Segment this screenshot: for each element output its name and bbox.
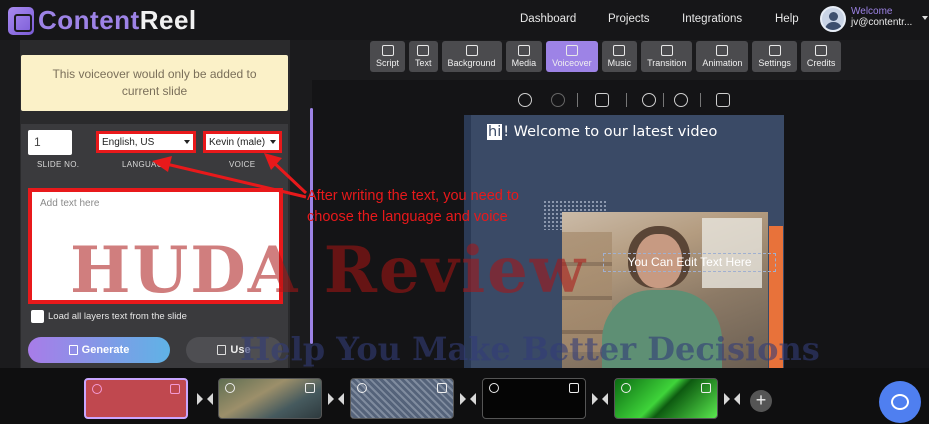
mute-icon[interactable]	[489, 383, 499, 393]
annotation-text: After writing the text, you need to choo…	[307, 188, 519, 225]
chat-icon	[891, 394, 909, 410]
mute-icon[interactable]	[621, 383, 631, 393]
timeline-slide[interactable]	[482, 378, 586, 419]
timeline-slide[interactable]	[218, 378, 322, 419]
transition-icon[interactable]	[328, 393, 344, 405]
chat-support-button[interactable]	[879, 381, 921, 423]
transition-icon[interactable]	[724, 393, 740, 405]
arrow-head	[152, 156, 172, 172]
transition-icon[interactable]	[592, 393, 608, 405]
mute-icon[interactable]	[92, 384, 102, 394]
app-root: ContentReel Dashboard Projects Integrati…	[0, 0, 929, 424]
trash-icon[interactable]	[437, 383, 447, 393]
trash-icon[interactable]	[701, 383, 711, 393]
timeline-slide[interactable]	[84, 378, 188, 419]
trash-icon[interactable]	[170, 384, 180, 394]
trash-icon[interactable]	[305, 383, 315, 393]
mute-icon[interactable]	[357, 383, 367, 393]
arrow-line	[269, 158, 308, 195]
arrow-line	[161, 161, 307, 199]
trash-icon[interactable]	[569, 383, 579, 393]
add-slide-button[interactable]: +	[750, 390, 772, 412]
transition-icon[interactable]	[197, 393, 213, 405]
timeline-slide[interactable]	[614, 378, 718, 419]
timeline-slide[interactable]	[350, 378, 454, 419]
mute-icon[interactable]	[225, 383, 235, 393]
transition-icon[interactable]	[460, 393, 476, 405]
